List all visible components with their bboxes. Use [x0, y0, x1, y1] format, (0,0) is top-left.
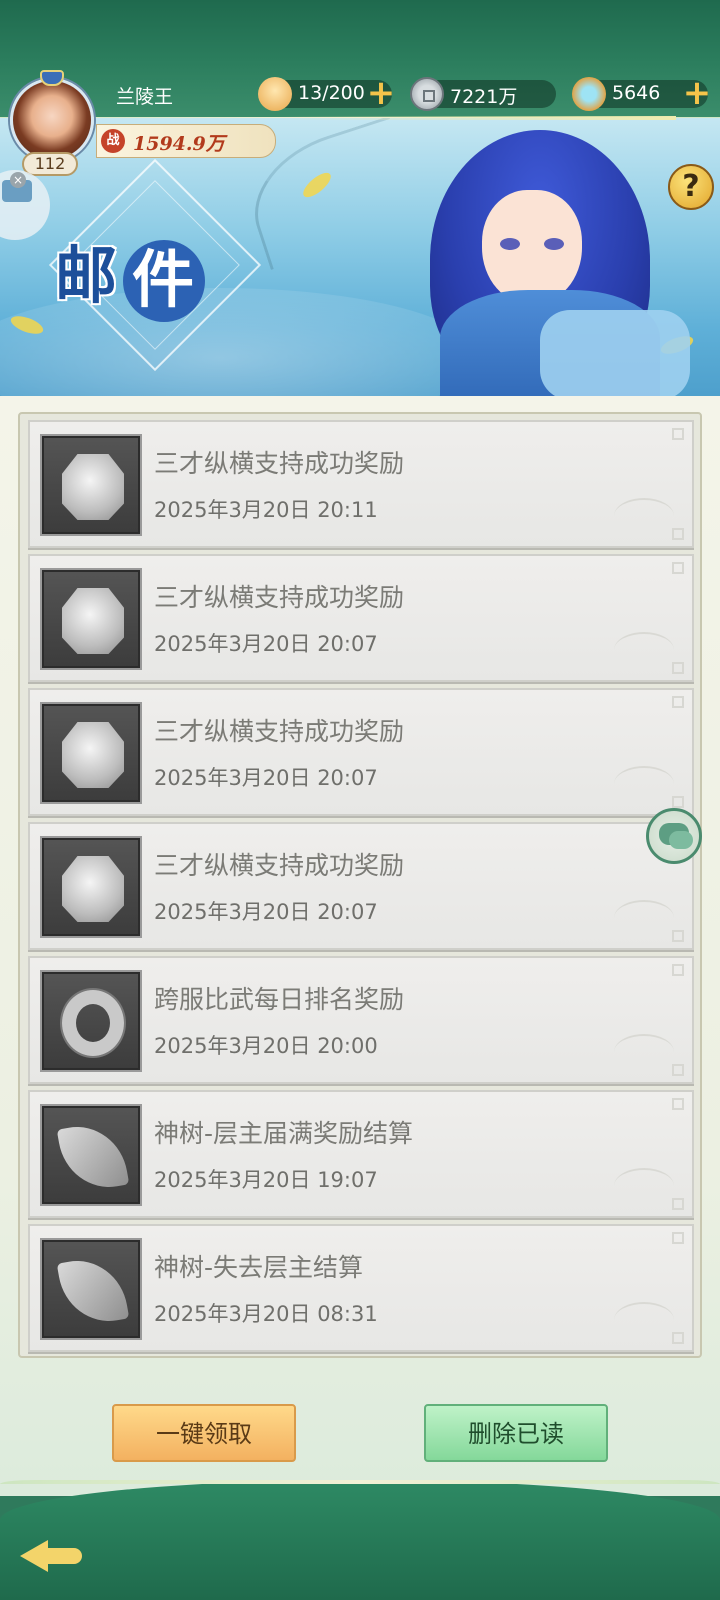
mail-attachment-icon [40, 836, 142, 938]
mountain-ornament [614, 1034, 674, 1070]
mail-time: 2025年3月20日 20:07 [154, 900, 378, 924]
mail-attachment-icon [40, 970, 142, 1072]
stone-icon [62, 454, 124, 520]
add-jade-button[interactable]: + [682, 76, 712, 110]
mail-item[interactable]: 神树-失去层主结算 2025年3月20日 08:31 [28, 1224, 694, 1352]
resource-steamed-bun: 13/200 + [258, 76, 395, 111]
resource-jade: 5646 + [572, 76, 711, 111]
character-eye [544, 238, 564, 250]
mountain-ornament [614, 1302, 674, 1338]
help-button[interactable]: ? [668, 164, 714, 210]
bottom-frame [0, 1480, 720, 1600]
resource-copper-coin: 7221万 [410, 77, 556, 111]
mail-attachment-icon [40, 568, 142, 670]
character-illustration [390, 130, 690, 398]
mail-time: 2025年3月20日 20:00 [154, 1034, 378, 1058]
player-name: 兰陵王 [116, 86, 174, 108]
mountain-ornament [614, 498, 674, 534]
mail-attachment-icon [40, 1104, 142, 1206]
header-divider [276, 116, 676, 120]
mail-item[interactable]: 跨服比武每日排名奖励 2025年3月20日 20:00 [28, 956, 694, 1084]
mail-time: 2025年3月20日 19:07 [154, 1168, 378, 1192]
stone-icon [62, 588, 124, 654]
mail-title: 三才纵横支持成功奖励 [154, 851, 405, 880]
close-icon[interactable]: × [10, 172, 26, 188]
mail-attachment-icon [40, 434, 142, 536]
mail-item[interactable]: 三才纵横支持成功奖励 2025年3月20日 20:07 [28, 554, 694, 682]
jade-icon [572, 77, 606, 111]
chat-bubble-icon [669, 831, 693, 849]
delete-read-button[interactable]: 删除已读 [424, 1404, 608, 1462]
corner-ornament [672, 1232, 684, 1244]
mail-title: 神树-失去层主结算 [154, 1253, 364, 1282]
leaf-icon [56, 1119, 130, 1195]
page-title: 邮件 [55, 225, 206, 322]
mail-item[interactable]: 三才纵横支持成功奖励 2025年3月20日 20:07 [28, 688, 694, 816]
page-title-second: 件 [123, 240, 206, 322]
floating-chat-button[interactable] [646, 808, 702, 864]
mountain-ornament [614, 1168, 674, 1204]
character-face [482, 190, 582, 305]
mail-title: 三才纵横支持成功奖励 [154, 717, 405, 746]
back-arrow-tail [44, 1548, 82, 1564]
stone-icon [62, 856, 124, 922]
mountain-ornament [614, 766, 674, 802]
mail-title: 三才纵横支持成功奖励 [154, 449, 405, 478]
copper-coin-icon [410, 77, 444, 111]
mail-attachment-icon [40, 1238, 142, 1340]
mail-item[interactable]: 三才纵横支持成功奖励 2025年3月20日 20:11 [28, 420, 694, 548]
mail-time: 2025年3月20日 20:07 [154, 632, 378, 656]
corner-ornament [672, 964, 684, 976]
page-title-first: 邮 [55, 239, 120, 312]
corner-ornament [672, 428, 684, 440]
character-eye [500, 238, 520, 250]
steamed-bun-value: 13/200 [298, 82, 365, 104]
stone-icon [62, 722, 124, 788]
mail-title: 神树-层主届满奖励结算 [154, 1119, 414, 1148]
combat-power-value: 1594.9万 [133, 133, 225, 155]
mail-time: 2025年3月20日 20:11 [154, 498, 378, 522]
character-sleeve [540, 310, 690, 398]
mail-list[interactable]: 三才纵横支持成功奖励 2025年3月20日 20:11 三才纵横支持成功奖励 2025… [18, 412, 702, 1358]
mail-title: 跨服比武每日排名奖励 [154, 985, 405, 1014]
combat-power-icon: 战 [101, 129, 125, 153]
crest-icon [40, 70, 64, 86]
mountain-ornament [614, 632, 674, 668]
mail-item[interactable]: 神树-层主届满奖励结算 2025年3月20日 19:07 [28, 1090, 694, 1218]
corner-ornament [672, 562, 684, 574]
mail-time: 2025年3月20日 20:07 [154, 766, 378, 790]
add-steamed-bun-button[interactable]: + [366, 76, 396, 110]
copper-coin-value: 7221万 [450, 86, 518, 108]
steamed-bun-icon [258, 77, 292, 111]
mountain-ornament [614, 900, 674, 936]
avatar [10, 78, 94, 162]
player-level: 112 [22, 152, 78, 176]
claim-all-button[interactable]: 一键领取 [112, 1404, 296, 1462]
dragon-ring-icon [62, 990, 124, 1056]
mail-item[interactable]: 三才纵横支持成功奖励 2025年3月20日 20:07 [28, 822, 694, 950]
mail-time: 2025年3月20日 08:31 [154, 1302, 378, 1326]
combat-power: 战 1594.9万 [96, 124, 276, 158]
back-button[interactable] [16, 1530, 86, 1580]
leaf-icon [56, 1253, 130, 1329]
corner-ornament [672, 1098, 684, 1110]
mail-title: 三才纵横支持成功奖励 [154, 583, 405, 612]
jade-value: 5646 [612, 82, 661, 104]
mail-attachment-icon [40, 702, 142, 804]
corner-ornament [672, 696, 684, 708]
